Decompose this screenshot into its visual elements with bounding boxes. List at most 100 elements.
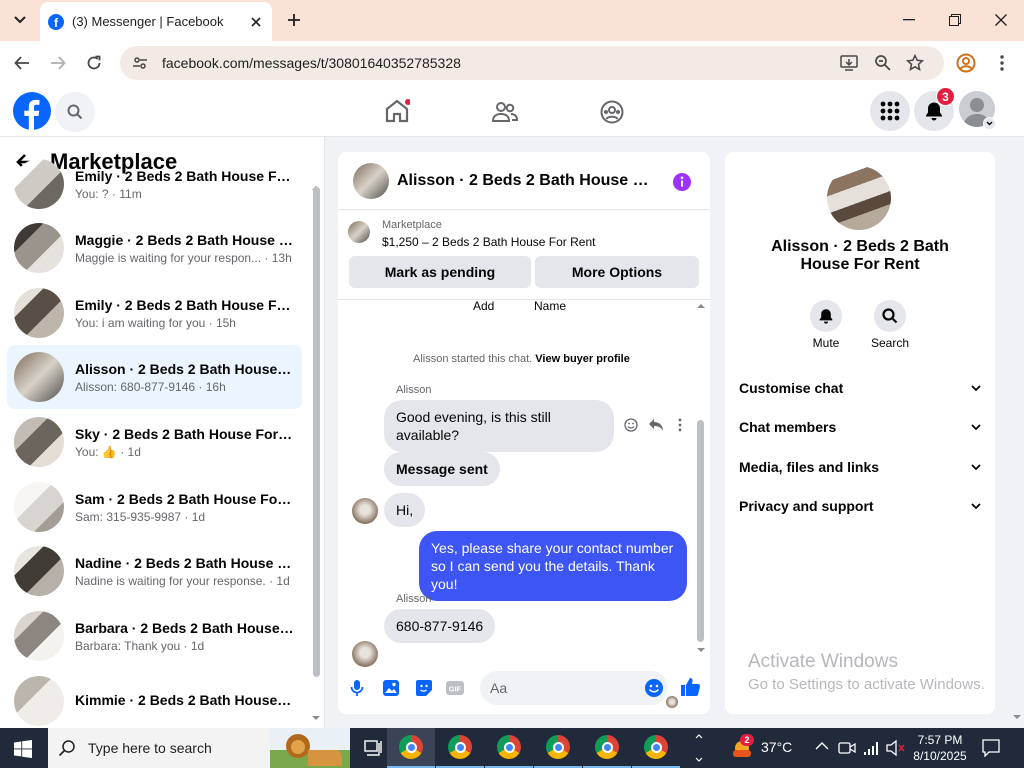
chat-scroll-up-arrow-icon[interactable] <box>696 303 706 309</box>
listing-thumbnail[interactable] <box>348 221 370 243</box>
gif-icon[interactable]: GIF <box>445 679 465 697</box>
mark-as-pending-button[interactable]: Mark as pending <box>349 256 531 288</box>
bookmark-star-icon[interactable] <box>906 54 924 72</box>
site-info-icon[interactable] <box>132 55 148 71</box>
chat-members-section[interactable]: Chat members <box>739 412 981 442</box>
conversation-text: Kimmie · 2 Beds 2 Bath House F... <box>75 692 295 711</box>
conversation-item[interactable]: Nadine · 2 Beds 2 Bath House F... Nadine … <box>7 539 302 603</box>
message-composer: GIF Aa <box>338 667 710 714</box>
conversation-item[interactable]: Kimmie · 2 Beds 2 Bath House F... <box>7 669 302 728</box>
chrome-taskbar-app-active[interactable] <box>387 728 435 768</box>
chrome-taskbar-app[interactable] <box>583 728 631 768</box>
conversation-item[interactable]: Barbara · 2 Beds 2 Bath House F... Barbar… <box>7 604 302 668</box>
chat-scrollbar[interactable] <box>697 420 704 642</box>
browser-menu-button[interactable] <box>988 49 1016 77</box>
chat-scroll-down-arrow-icon[interactable] <box>696 647 706 653</box>
attach-photo-icon[interactable] <box>382 679 400 697</box>
chrome-taskbar-app[interactable] <box>534 728 582 768</box>
chat-avatar[interactable] <box>353 162 389 199</box>
sticker-icon[interactable] <box>415 679 433 697</box>
back-button[interactable] <box>8 49 36 77</box>
chat-info-button[interactable] <box>672 172 692 192</box>
zoom-icon[interactable] <box>874 54 892 72</box>
conversation-thumbnail <box>14 482 64 532</box>
more-options-button[interactable]: More Options <box>535 256 699 288</box>
message-input-placeholder: Aa <box>490 680 508 696</box>
mute-button[interactable] <box>810 300 842 332</box>
conversation-item[interactable]: Emily · 2 Beds 2 Bath House For ... You: … <box>7 281 302 345</box>
chrome-taskbar-app[interactable] <box>632 728 680 768</box>
my-message-bubble[interactable]: Yes, please share your contact number so… <box>419 531 687 601</box>
close-icon <box>995 14 1007 26</box>
conversation-list-scrollbar[interactable] <box>313 187 320 677</box>
chrome-taskbar-app[interactable] <box>436 728 484 768</box>
message-input[interactable]: Aa <box>480 671 668 705</box>
minimize-button[interactable] <box>886 0 932 40</box>
customise-chat-section[interactable]: Customise chat <box>739 373 981 403</box>
account-menu-chevron[interactable] <box>983 117 996 130</box>
emoji-picker-icon[interactable] <box>644 678 664 698</box>
page-scroll-down-arrow-icon[interactable] <box>1012 714 1022 720</box>
meet-now-icon[interactable] <box>838 739 856 757</box>
section-label: Chat members <box>739 419 837 435</box>
facebook-logo-icon[interactable] <box>13 92 51 130</box>
install-app-icon[interactable] <box>840 54 858 72</box>
message-bubble[interactable]: Good evening, is this still available? <box>384 400 614 452</box>
notification-center-icon[interactable] <box>982 739 1000 757</box>
more-actions-icon[interactable] <box>678 418 682 432</box>
tab-close-button[interactable] <box>248 14 264 30</box>
address-bar[interactable]: facebook.com/messages/t/3080164035278532… <box>120 46 944 80</box>
conversation-item[interactable]: Sam · 2 Beds 2 Bath House For ... Sam: 31… <box>7 475 302 539</box>
taskbar-overflow-scroll[interactable] <box>694 730 704 766</box>
conversation-item[interactable]: Maggie · 2 Beds 2 Bath House F... Maggie … <box>7 216 302 280</box>
facebook-search-button[interactable] <box>55 92 95 132</box>
conversation-item[interactable]: Sky · 2 Beds 2 Bath House For R... You: 👍… <box>7 410 302 474</box>
sender-avatar[interactable] <box>352 498 378 524</box>
conversation-item[interactable]: Emily · 2 Beds 2 Bath House For ... You: … <box>7 152 302 216</box>
listing-title[interactable]: $1,250 – 2 Beds 2 Bath House For Rent <box>382 235 595 249</box>
show-hidden-icons-icon[interactable] <box>815 741 829 751</box>
scroll-down-arrow-icon[interactable] <box>311 715 321 721</box>
conversation-item[interactable]: Alisson · 2 Beds 2 Bath House F... Alisso… <box>7 345 302 409</box>
profile-photo[interactable] <box>827 166 891 230</box>
notifications-button[interactable]: 3 <box>914 87 955 131</box>
chat-title[interactable]: Alisson · 2 Beds 2 Bath House For R... <box>397 172 657 190</box>
temperature-label[interactable]: 37°C <box>761 739 792 755</box>
reply-icon[interactable] <box>648 418 664 432</box>
window-close-button[interactable] <box>978 0 1024 40</box>
react-emoji-icon[interactable] <box>624 418 638 432</box>
network-icon[interactable] <box>862 739 882 757</box>
privacy-support-section[interactable]: Privacy and support <box>739 491 981 521</box>
search-in-chat-button[interactable] <box>874 300 906 332</box>
chrome-taskbar-app[interactable] <box>485 728 533 768</box>
forward-button[interactable] <box>44 49 72 77</box>
taskbar-clock[interactable]: 7:57 PM 8/10/2025 <box>912 732 968 764</box>
sender-avatar[interactable] <box>352 641 378 667</box>
conversation-text: Barbara · 2 Beds 2 Bath House F... Barbar… <box>75 620 295 653</box>
thumbs-up-send-icon[interactable] <box>679 676 701 698</box>
message-bubble[interactable]: 680-877-9146 <box>384 609 496 643</box>
conversation-name: Sam · 2 Beds 2 Bath House For ... <box>75 490 295 507</box>
activate-windows-title: Activate Windows <box>748 651 898 672</box>
browser-tab-messenger[interactable]: f (3) Messenger | Facebook <box>40 2 272 41</box>
reload-button[interactable] <box>80 49 108 77</box>
volume-muted-icon[interactable] <box>886 739 906 757</box>
chat-panel: Alisson · 2 Beds 2 Bath House For R... M… <box>338 152 710 714</box>
tab-search-dropdown-button[interactable] <box>8 8 32 32</box>
taskbar-search-box[interactable]: Type here to search <box>48 728 350 768</box>
view-buyer-profile-link[interactable]: View buyer profile <box>535 353 630 365</box>
nav-friends[interactable] <box>492 101 518 123</box>
message-bubble[interactable]: Hi, <box>384 493 426 527</box>
menu-button[interactable] <box>870 91 910 131</box>
voice-clip-icon[interactable] <box>350 679 364 697</box>
sender-name: Alisson <box>396 384 432 396</box>
windows-start-icon[interactable] <box>14 740 32 758</box>
media-files-links-section[interactable]: Media, files and links <box>739 452 981 482</box>
profile-button[interactable] <box>952 49 980 77</box>
conversation-preview: Barbara: Thank you · 1d <box>75 638 205 653</box>
nav-groups[interactable] <box>600 100 624 124</box>
new-tab-button[interactable] <box>282 8 306 32</box>
nav-home[interactable] <box>384 99 410 123</box>
restore-button[interactable] <box>932 0 978 40</box>
message-bubble[interactable]: Message sent <box>384 452 500 486</box>
